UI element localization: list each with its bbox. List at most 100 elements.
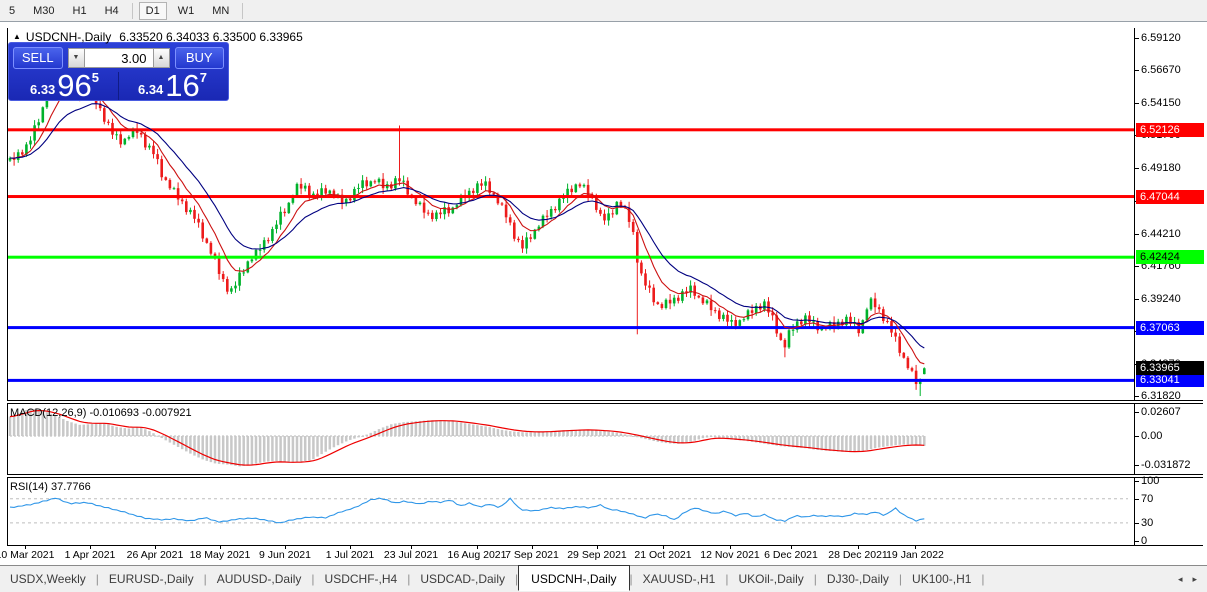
tab-eurusd-daily[interactable]: EURUSD-,Daily (99, 568, 204, 590)
date-axis-label: 26 Apr 2021 (127, 549, 184, 561)
price-axis-tick (1134, 396, 1139, 397)
price-axis-label: 6.31820 (1141, 390, 1181, 402)
price-axis-tick (1134, 103, 1139, 104)
chart-frame-bottom (7, 545, 1203, 546)
timeframe-h1-button[interactable]: H1 (66, 2, 94, 20)
volume-down-icon[interactable]: ▼ (68, 48, 85, 68)
macd-axis-label: 0.02607 (1141, 406, 1181, 418)
timeframe-mn-button[interactable]: MN (205, 2, 236, 20)
collapse-panel-icon[interactable]: ▲ (13, 32, 21, 41)
date-axis-label: 6 Dec 2021 (764, 549, 818, 561)
price-axis-tick (1134, 266, 1139, 267)
price-axis-label: 6.54150 (1141, 97, 1181, 109)
timeframe-d1-button[interactable]: D1 (139, 2, 167, 20)
toolbar-separator (132, 3, 133, 19)
rsi-axis-tick (1134, 499, 1139, 500)
price-axis-tick (1134, 38, 1139, 39)
date-axis-label: 18 May 2021 (190, 549, 251, 561)
buy-price-point: 7 (200, 70, 207, 85)
tab-usdcnh-daily[interactable]: USDCNH-,Daily (518, 565, 629, 591)
sell-price[interactable]: 6.33 96 5 (13, 72, 116, 100)
price-axis-label: 6.56670 (1141, 64, 1181, 76)
volume-stepper: ▼ ▲ (68, 48, 170, 68)
timeframe-5-button[interactable]: 5 (2, 2, 22, 20)
price-axis-tick (1134, 70, 1139, 71)
level-price-badge: 6.52126 (1136, 123, 1204, 137)
macd-axis-label: -0.031872 (1141, 459, 1191, 471)
one-click-trading-panel: SELL ▼ ▲ BUY 6.33 96 5 6.34 16 7 (8, 42, 229, 101)
date-axis-label: 21 Oct 2021 (634, 549, 691, 561)
macd-label: MACD(12,26,9) -0.010693 -0.007921 (10, 407, 192, 419)
date-axis-label: 29 Sep 2021 (567, 549, 627, 561)
price-divider (118, 72, 119, 100)
sell-price-point: 5 (92, 70, 99, 85)
current-price-badge: 6.33965 (1136, 361, 1204, 375)
date-axis-label: 19 Jan 2022 (886, 549, 944, 561)
price-axis-label: 6.44210 (1141, 228, 1181, 240)
level-price-badge: 6.33041 (1136, 373, 1204, 387)
rsi-axis-label: 0 (1141, 535, 1147, 547)
buy-button[interactable]: BUY (175, 47, 225, 69)
sell-price-pips: 96 (57, 72, 91, 100)
tab-scroll-arrows: ◂▸ (1178, 574, 1197, 585)
timeframe-toolbar: 5M30 H1H4 D1W1MN (0, 0, 1207, 22)
volume-input[interactable] (85, 48, 153, 68)
timeframe-h4-button[interactable]: H4 (98, 2, 126, 20)
tab-audusd-daily[interactable]: AUDUSD-,Daily (207, 568, 312, 590)
macd-axis-tick (1134, 436, 1139, 437)
date-axis-label: 10 Mar 2021 (0, 549, 54, 561)
chart-title: ▲USDCNH-,Daily6.33520 6.34033 6.33500 6.… (13, 30, 303, 44)
buy-price-pips: 16 (165, 72, 199, 100)
tab-uk100-h1[interactable]: UK100-,H1 (902, 568, 981, 590)
tab-usdcad-daily[interactable]: USDCAD-,Daily (410, 568, 515, 590)
chart-tabs-bar: USDX,Weekly|EURUSD-,Daily|AUDUSD-,Daily|… (0, 565, 1207, 592)
rsi-axis-tick (1134, 523, 1139, 524)
rsi-label: RSI(14) 37.7766 (10, 481, 91, 493)
macd-axis-label: 0.00 (1141, 430, 1162, 442)
buy-price[interactable]: 6.34 16 7 (121, 72, 224, 100)
sell-price-integer: 6.33 (30, 82, 55, 97)
rsi-axis-tick (1134, 481, 1139, 482)
date-axis-label: 7 Sep 2021 (505, 549, 559, 561)
date-axis-label: 1 Jul 2021 (326, 549, 374, 561)
macd-rsi-splitter[interactable] (7, 474, 1203, 478)
tab-scroll-right-icon[interactable]: ▸ (1192, 574, 1197, 585)
price-axis-label: 6.59120 (1141, 32, 1181, 44)
rsi-axis-label: 30 (1141, 517, 1153, 529)
rsi-axis-label: 100 (1141, 475, 1159, 487)
price-axis-tick (1134, 234, 1139, 235)
macd-axis-tick (1134, 412, 1139, 413)
date-axis-label: 16 Aug 2021 (448, 549, 507, 561)
main-macd-splitter[interactable] (7, 400, 1203, 404)
rsi-axis-tick (1134, 541, 1139, 542)
date-axis-label: 9 Jun 2021 (259, 549, 311, 561)
chart-symbol-label: USDCNH-,Daily (26, 30, 111, 44)
rsi-indicator-chart[interactable] (8, 479, 1134, 545)
tab-usdchf-h4[interactable]: USDCHF-,H4 (315, 568, 408, 590)
date-axis-label: 12 Nov 2021 (700, 549, 760, 561)
price-axis-tick (1134, 168, 1139, 169)
tab-ukoil-daily[interactable]: UKOil-,Daily (728, 568, 813, 590)
trading-platform: 5M30H1H4D1W1MN ▲USDCNH-,Daily6.33520 6.3… (0, 0, 1207, 592)
date-axis-label: 1 Apr 2021 (65, 549, 116, 561)
rsi-axis-label: 70 (1141, 493, 1153, 505)
price-axis-label: 6.49180 (1141, 162, 1181, 174)
tab-xauusd-h1[interactable]: XAUUSD-,H1 (633, 568, 726, 590)
tab-dj30-daily[interactable]: DJ30-,Daily (817, 568, 899, 590)
tab-separator: | (981, 572, 984, 586)
level-price-badge: 6.47044 (1136, 190, 1204, 204)
buy-price-integer: 6.34 (138, 82, 163, 97)
level-price-badge: 6.37063 (1136, 321, 1204, 335)
timeframe-w1-button[interactable]: W1 (171, 2, 202, 20)
sell-button[interactable]: SELL (13, 47, 63, 69)
level-price-badge: 6.42424 (1136, 250, 1204, 264)
price-axis-line (1134, 28, 1135, 545)
price-axis-tick (1134, 299, 1139, 300)
timeframe-m30-button[interactable]: M30 (26, 2, 61, 20)
chart-frame-left (7, 28, 8, 545)
volume-up-icon[interactable]: ▲ (153, 48, 170, 68)
tab-scroll-left-icon[interactable]: ◂ (1178, 574, 1183, 585)
macd-axis-tick (1134, 465, 1139, 466)
tab-usdx-weekly[interactable]: USDX,Weekly (0, 568, 96, 590)
price-axis-label: 6.39240 (1141, 293, 1181, 305)
